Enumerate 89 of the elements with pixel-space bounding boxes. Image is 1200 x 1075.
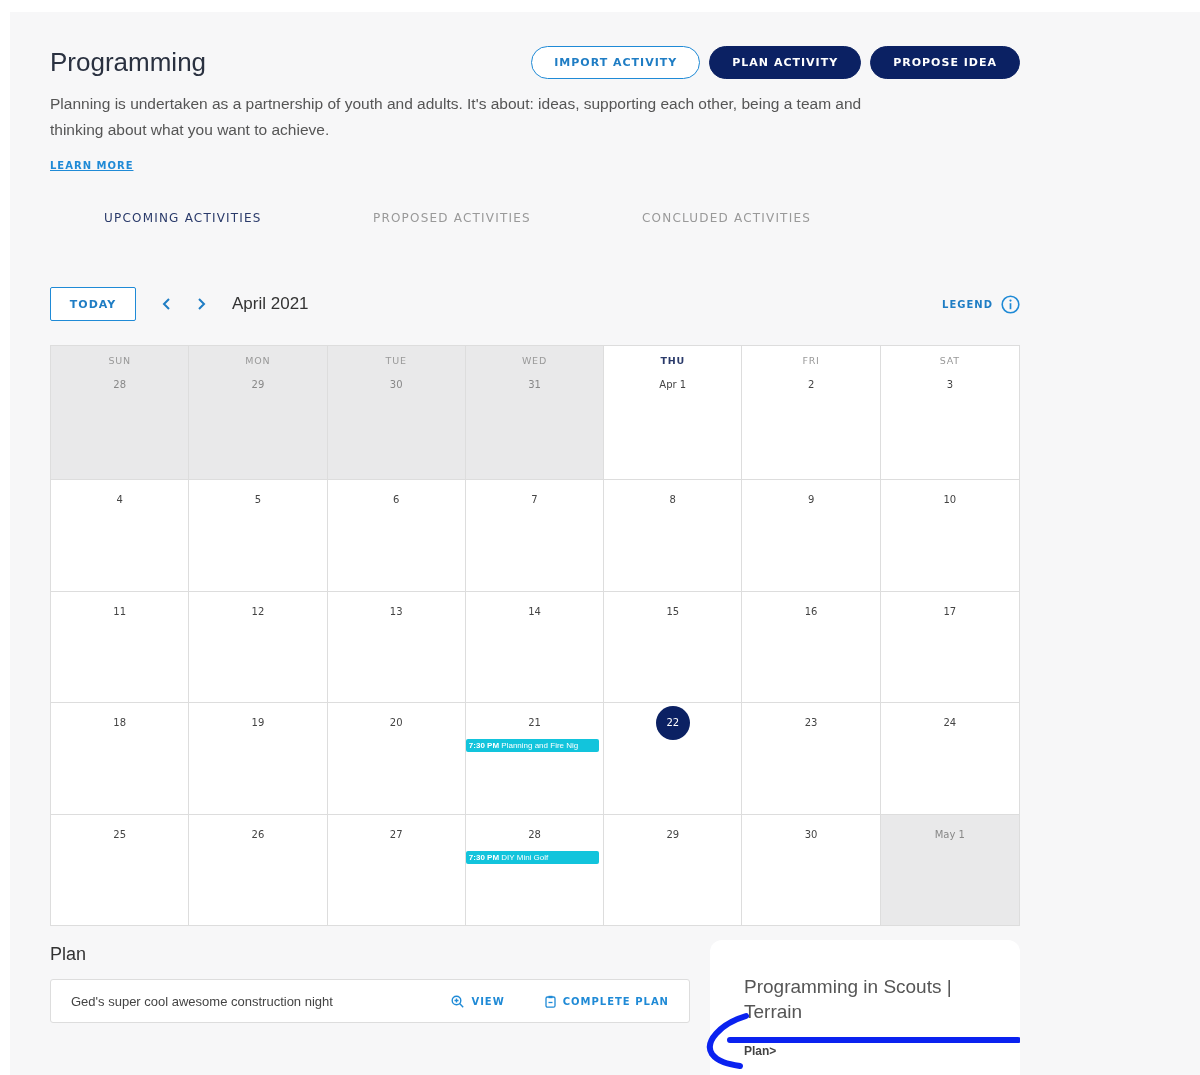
day-number: 30 — [804, 828, 818, 842]
day-number: 28 — [528, 828, 541, 842]
day-number: 27 — [389, 828, 403, 842]
day-number: 7 — [531, 493, 538, 507]
weekday-label: TUE — [385, 355, 407, 368]
day-number: 17 — [943, 605, 957, 619]
day-number: 15 — [666, 605, 680, 619]
day-number: 13 — [389, 605, 403, 619]
day-cell[interactable]: 19 — [189, 703, 328, 815]
day-cell[interactable]: 27 — [327, 815, 466, 925]
day-number: 5 — [254, 493, 262, 507]
day-cell[interactable]: 23 — [742, 703, 881, 815]
day-cell[interactable]: 14 — [465, 592, 605, 703]
weekday-label: SAT — [939, 355, 960, 368]
action-button[interactable]: IMPORT ACTIVITY — [531, 45, 701, 79]
legend-link[interactable]: LEGEND — [942, 298, 993, 310]
month-label: April 2021 — [232, 294, 309, 314]
page-title: Programming — [50, 46, 207, 78]
day-number: 20 — [389, 716, 403, 730]
day-cell[interactable]: 17 — [880, 592, 1019, 703]
tab[interactable]: UPCOMING ACTIVITIES — [90, 207, 359, 229]
card-link[interactable]: Plan> — [744, 1044, 990, 1058]
day-number: 14 — [528, 605, 541, 619]
today-marker: 22 — [655, 706, 690, 740]
day-number: 21 — [528, 716, 541, 730]
card-title: Programming in Scouts | Terrain — [744, 975, 953, 1024]
day-cell[interactable]: 7 — [465, 480, 605, 592]
day-cell[interactable]: 26 — [189, 815, 328, 925]
day-number: 2 — [807, 378, 815, 392]
day-cell[interactable]: 10 — [880, 480, 1019, 592]
clipboard-icon — [544, 994, 556, 1008]
action-button[interactable]: PLAN ACTIVITY — [709, 45, 862, 79]
day-cell[interactable]: 12 — [189, 592, 328, 703]
day-number: 29 — [666, 828, 680, 842]
description-text: Planning is undertaken as a partnership of youth and adults. It's about: ideas, supporting each other, being a team and thinking about what you want to achieve. — [50, 94, 863, 140]
day-cell[interactable]: FRI 2 — [742, 346, 881, 480]
weekday-label: FRI — [802, 355, 820, 368]
day-cell[interactable]: 5 — [189, 480, 328, 592]
day-cell[interactable]: 15 — [604, 592, 743, 703]
complete-plan-link[interactable]: COMPLETE PLAN — [544, 994, 669, 1008]
day-number: Apr 1 — [659, 378, 687, 392]
day-number: 30 — [389, 378, 403, 392]
section-heading: Plan — [50, 944, 88, 965]
weekday-label: MON — [245, 355, 271, 368]
today-button[interactable]: TODAY — [50, 287, 136, 321]
day-number: 31 — [528, 378, 541, 392]
day-number: 25 — [113, 828, 126, 842]
day-number: 29 — [251, 378, 265, 392]
day-number: 6 — [393, 493, 400, 507]
day-cell[interactable]: 9 — [742, 480, 881, 592]
weekday-label: SUN — [108, 355, 131, 368]
zoom-in-icon — [451, 994, 465, 1008]
day-cell[interactable]: 13 — [327, 592, 466, 703]
day-number: 16 — [804, 605, 818, 619]
day-number: 23 — [804, 716, 818, 730]
day-number: 24 — [943, 716, 957, 730]
day-cell[interactable]: 25 — [51, 815, 190, 925]
day-number: 19 — [251, 716, 265, 730]
day-cell[interactable]: SAT 3 — [880, 346, 1019, 480]
day-number: 10 — [943, 493, 957, 507]
day-number: 3 — [946, 378, 954, 392]
info-icon[interactable] — [1001, 294, 1020, 314]
day-cell[interactable]: 8 — [604, 480, 743, 592]
action-button[interactable]: PROPOSE IDEA — [870, 45, 1020, 79]
day-number: May 1 — [934, 828, 965, 842]
day-cell[interactable]: 20 — [327, 703, 466, 815]
day-number: 18 — [113, 716, 126, 730]
day-number: 9 — [807, 493, 815, 507]
day-cell[interactable]: 16 — [742, 592, 881, 703]
day-number: 12 — [251, 605, 265, 619]
day-cell[interactable]: 18 — [51, 703, 190, 815]
view-link[interactable]: VIEW — [451, 994, 505, 1008]
day-cell[interactable]: 6 — [327, 480, 466, 592]
day-cell[interactable]: 11 — [51, 592, 190, 703]
day-cell[interactable]: 30 — [742, 815, 881, 925]
day-number: 11 — [113, 605, 126, 619]
weekday-label: WED — [521, 355, 548, 368]
day-cell[interactable]: 4 — [51, 480, 190, 592]
day-number: 28 — [113, 378, 126, 392]
day-cell[interactable]: 28 7:30 PM DIY Mini Golf — [465, 815, 605, 925]
day-number: 4 — [116, 493, 123, 507]
day-cell[interactable]: 29 — [604, 815, 743, 925]
plan-name: Ged's super cool awesome construction night — [71, 993, 334, 1009]
day-cell[interactable]: THU Apr 1 — [604, 346, 743, 480]
day-number: 26 — [251, 828, 265, 842]
day-cell[interactable]: 22 — [604, 703, 743, 815]
day-cell[interactable]: 21 7:30 PM Planning and Fire Nig — [465, 703, 605, 815]
weekday-label: THU — [660, 355, 686, 368]
day-number: 8 — [669, 493, 676, 507]
